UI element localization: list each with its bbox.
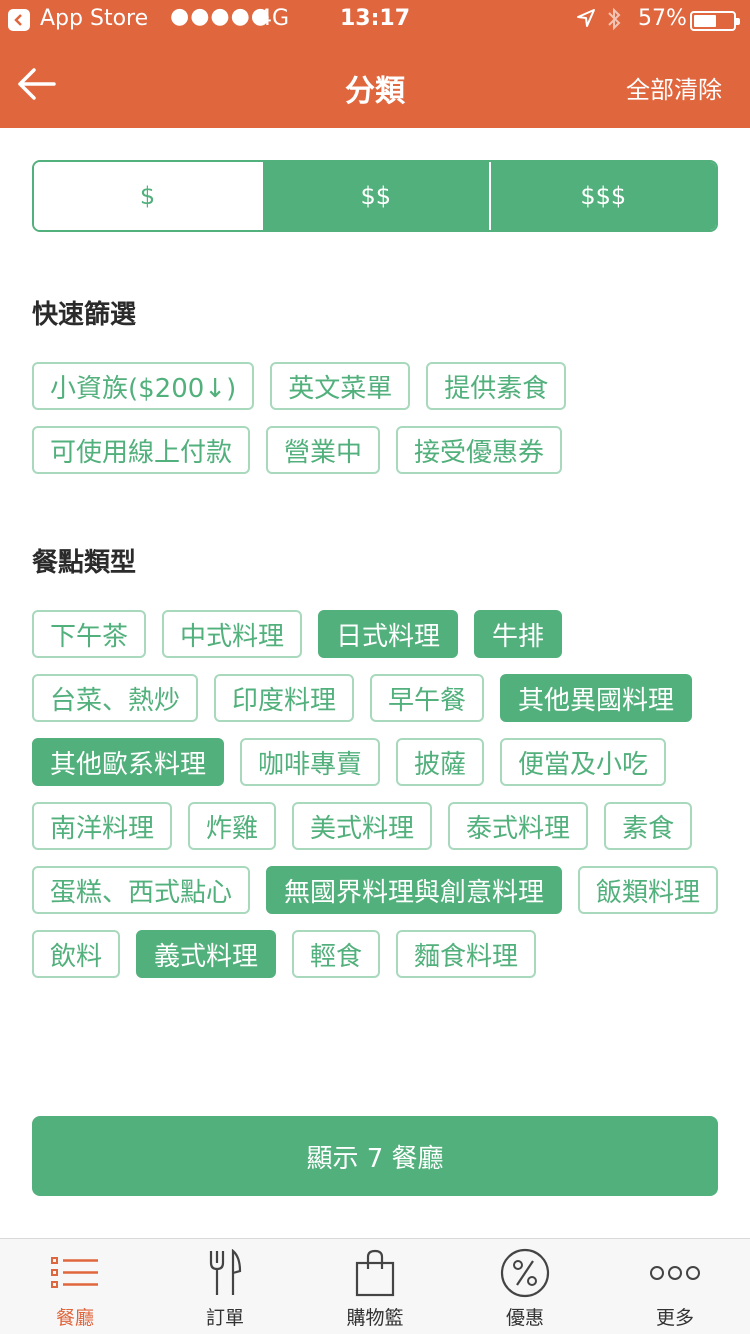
filter-chip[interactable]: 炸雞: [188, 802, 277, 850]
filter-chip[interactable]: 英文菜單: [270, 362, 411, 410]
tab-label: 更多: [655, 1307, 694, 1329]
price-level-selector: $ $$ $$$: [32, 160, 718, 232]
filter-chip[interactable]: 輕食: [292, 930, 381, 978]
filter-chip[interactable]: 其他異國料理: [500, 674, 693, 722]
clear-all-button[interactable]: 全部清除: [626, 70, 722, 105]
filter-chip[interactable]: 便當及小吃: [500, 738, 667, 786]
fork-knife-icon: [197, 1247, 253, 1299]
filter-chip[interactable]: 下午茶: [32, 610, 147, 658]
meal-type-title: 餐點類型: [32, 548, 137, 578]
filter-chip[interactable]: 義式料理: [136, 930, 277, 978]
filter-chip[interactable]: 泰式料理: [448, 802, 589, 850]
filter-chip[interactable]: 蛋糕、西式點心: [32, 866, 251, 914]
filter-chip[interactable]: 咖啡專賣: [240, 738, 381, 786]
tab-orders[interactable]: 訂單: [150, 1239, 300, 1334]
filter-chip[interactable]: 無國界料理與創意料理: [266, 866, 563, 914]
status-bar: App Store ●●●●● 4G 13:17 57%: [0, 0, 750, 40]
more-dots-icon: [647, 1247, 703, 1299]
tab-offers[interactable]: 優惠: [450, 1239, 600, 1334]
filter-chip[interactable]: 小資族($200↓): [32, 362, 255, 410]
tab-label: 優惠: [505, 1307, 544, 1329]
bluetooth-icon: [606, 6, 622, 38]
tab-more[interactable]: 更多: [600, 1239, 750, 1334]
header-bar: App Store ●●●●● 4G 13:17 57% 分類 全部清除: [0, 0, 750, 128]
shopping-bag-icon: [347, 1247, 403, 1299]
price-option-1[interactable]: $: [34, 162, 261, 230]
filter-chip[interactable]: 飲料: [32, 930, 121, 978]
tab-restaurants[interactable]: 餐廳: [0, 1239, 150, 1334]
filter-chip[interactable]: 早午餐: [370, 674, 485, 722]
list-icon: [47, 1247, 103, 1299]
filter-chip[interactable]: 中式料理: [162, 610, 303, 658]
tab-label: 餐廳: [55, 1307, 94, 1329]
percent-icon: [497, 1247, 553, 1299]
battery-percent: 57%: [638, 6, 687, 31]
filter-chip[interactable]: 南洋料理: [32, 802, 173, 850]
tab-label: 訂單: [205, 1307, 244, 1329]
price-option-3[interactable]: $$$: [488, 162, 716, 230]
location-icon: [576, 8, 596, 34]
show-restaurants-button[interactable]: 顯示 7 餐廳: [32, 1116, 718, 1196]
filter-chip[interactable]: 披薩: [396, 738, 485, 786]
quick-filter-title: 快速篩選: [32, 300, 137, 330]
filter-chip[interactable]: 可使用線上付款: [32, 426, 251, 474]
tab-basket[interactable]: 購物籃: [300, 1239, 450, 1334]
filter-chip[interactable]: 飯類料理: [578, 866, 719, 914]
meal-type-chips: 下午茶 中式料理 日式料理 牛排台菜、熱炒 印度料理 早午餐 其他異國料理其他歐系料理 咖啡專…: [32, 610, 732, 978]
price-option-2[interactable]: $$: [261, 162, 489, 230]
filter-chip[interactable]: 日式料理: [318, 610, 459, 658]
filter-chip[interactable]: 素食: [604, 802, 693, 850]
filter-chip[interactable]: 其他歐系料理: [32, 738, 225, 786]
tab-bar: 餐廳 訂單 購物籃 優惠 更多: [0, 1238, 750, 1334]
nav-bar: 分類 全部清除: [0, 40, 750, 128]
filter-chip[interactable]: 牛排: [474, 610, 563, 658]
battery-icon: [690, 11, 740, 31]
filter-chip[interactable]: 麵食料理: [396, 930, 537, 978]
tab-label: 購物籃: [346, 1307, 404, 1329]
filter-chip[interactable]: 美式料理: [292, 802, 433, 850]
filter-chip[interactable]: 營業中: [266, 426, 381, 474]
filter-chip[interactable]: 提供素食: [426, 362, 567, 410]
filter-chip[interactable]: 印度料理: [214, 674, 355, 722]
filter-chip[interactable]: 台菜、熱炒: [32, 674, 199, 722]
filter-chip[interactable]: 接受優惠券: [396, 426, 563, 474]
quick-filter-chips: 小資族($200↓) 英文菜單 提供素食可使用線上付款 營業中 接受優惠券: [32, 362, 732, 474]
